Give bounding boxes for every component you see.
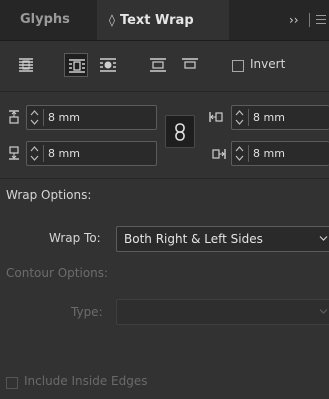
jump-object-icon xyxy=(150,58,166,72)
right-offset-value: 8 mm xyxy=(253,147,285,160)
divider xyxy=(0,178,329,179)
stepper-arrows-icon xyxy=(235,110,244,125)
bottom-offset-icon xyxy=(9,146,19,160)
tab-collapse-icon: ◊ xyxy=(109,13,115,27)
wrap-to-dropdown[interactable]: Both Right & Left Sides xyxy=(116,226,329,252)
type-label: Type: xyxy=(71,305,103,319)
no-text-wrap-button[interactable] xyxy=(14,53,38,77)
chevron-down-icon xyxy=(319,236,328,241)
wrap-around-bounding-box-icon xyxy=(69,59,85,73)
wrap-to-value: Both Right & Left Sides xyxy=(124,232,263,246)
wrap-around-bounding-box-button[interactable] xyxy=(64,53,88,77)
invert-checkbox[interactable] xyxy=(232,60,244,72)
include-inside-edges-label: Include Inside Edges xyxy=(24,374,148,388)
left-offset-icon xyxy=(209,112,223,122)
tab-divider xyxy=(309,13,310,27)
stepper-arrows-icon xyxy=(235,146,244,161)
bottom-offset-value: 8 mm xyxy=(48,147,80,160)
jump-object-button[interactable] xyxy=(146,53,170,77)
include-inside-edges-checkbox[interactable] xyxy=(6,377,18,389)
no-text-wrap-icon xyxy=(19,58,33,72)
left-offset-stepper[interactable]: 8 mm xyxy=(231,105,329,130)
right-offset-icon xyxy=(212,149,226,159)
jump-to-next-column-icon xyxy=(182,58,198,69)
invert-label: Invert xyxy=(250,57,286,71)
divider xyxy=(0,91,329,92)
panel-tab-bar: Glyphs ◊ Text Wrap ›› xyxy=(0,0,329,41)
tab-glyphs[interactable]: Glyphs xyxy=(20,0,70,40)
tab-text-wrap[interactable]: ◊ Text Wrap xyxy=(97,0,229,40)
bottom-offset-stepper[interactable]: 8 mm xyxy=(26,141,157,166)
jump-to-next-column-button[interactable] xyxy=(178,53,202,77)
panel-menu-icon[interactable] xyxy=(316,15,326,27)
wrap-options-heading: Wrap Options: xyxy=(6,188,92,202)
top-offset-icon xyxy=(9,110,19,124)
top-offset-value: 8 mm xyxy=(48,111,80,124)
right-offset-stepper[interactable]: 8 mm xyxy=(231,141,329,166)
left-offset-value: 8 mm xyxy=(253,111,285,124)
chevron-down-icon xyxy=(319,309,328,314)
tab-text-wrap-label: Text Wrap xyxy=(119,13,194,28)
chain-link-icon xyxy=(175,123,185,141)
contour-type-dropdown[interactable] xyxy=(116,299,329,325)
wrap-around-object-shape-button[interactable] xyxy=(96,53,120,77)
stepper-arrows-icon xyxy=(30,146,39,161)
top-offset-stepper[interactable]: 8 mm xyxy=(26,105,157,130)
stepper-arrows-icon xyxy=(30,110,39,125)
contour-options-heading: Contour Options: xyxy=(6,266,109,280)
make-all-settings-same-button[interactable] xyxy=(165,115,195,148)
tab-overflow-button[interactable]: ›› xyxy=(289,0,299,40)
wrap-to-label: Wrap To: xyxy=(49,231,101,245)
wrap-around-object-shape-icon xyxy=(100,58,116,72)
